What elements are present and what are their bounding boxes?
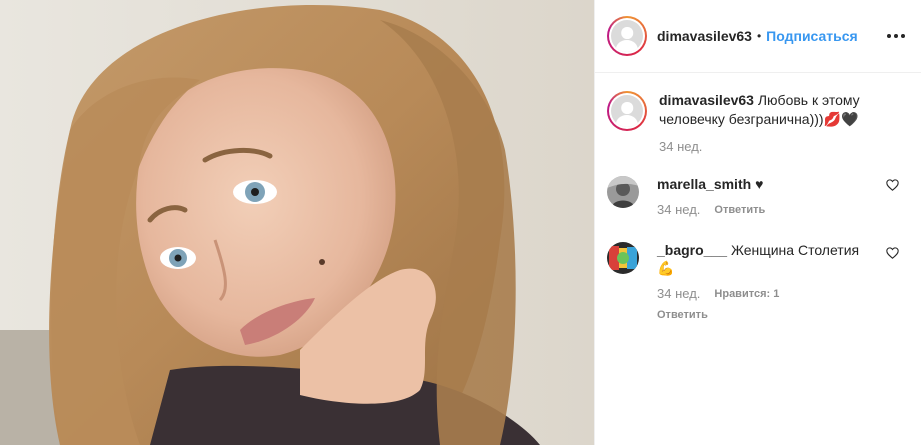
separator-dot: • <box>756 29 762 43</box>
author-username[interactable]: dimavasilev63 <box>657 28 752 44</box>
comment-item: marella_smith ♥ 34 нед. Ответить <box>607 175 907 219</box>
comment-timestamp[interactable]: 34 нед. <box>657 285 700 303</box>
comment-timestamp[interactable]: 34 нед. <box>657 201 700 219</box>
post-photo[interactable] <box>0 0 594 445</box>
default-user-icon <box>611 95 643 127</box>
caption-timestamp[interactable]: 34 нед. <box>659 139 702 154</box>
avatar-inner <box>609 18 645 54</box>
dot-1 <box>887 34 891 38</box>
caption-username[interactable]: dimavasilev63 <box>659 92 754 108</box>
comment-body: marella_smith ♥ 34 нед. Ответить <box>657 175 872 219</box>
reply-row: Ответить <box>657 305 872 324</box>
post-side-panel: dimavasilev63 • Подписаться dimavasilev6… <box>594 0 921 445</box>
instagram-post: dimavasilev63 • Подписаться dimavasilev6… <box>0 0 921 445</box>
comments-section: dimavasilev63 Любовь к этому человечку б… <box>595 73 921 324</box>
commenter-photo <box>607 176 639 208</box>
avatar-inner <box>609 93 645 129</box>
reply-button[interactable]: Ответить <box>657 309 708 321</box>
caption-author-avatar[interactable] <box>607 91 647 131</box>
comment-username[interactable]: _bagro___ <box>657 242 727 258</box>
comment-item: _bagro___ Женщина Столетия💪 34 нед. Нрав… <box>607 241 907 324</box>
dot-3 <box>901 34 905 38</box>
caption-text-block: dimavasilev63 Любовь к этому человечку б… <box>659 91 879 157</box>
caption-meta: 34 нед. <box>659 137 879 157</box>
default-user-icon <box>611 20 643 52</box>
portrait-image <box>0 0 594 445</box>
dot-2 <box>894 34 898 38</box>
comment-meta: 34 нед. Ответить <box>657 201 872 219</box>
comment-body: _bagro___ Женщина Столетия💪 34 нед. Нрав… <box>657 241 872 324</box>
likes-count[interactable]: Нравится: 1 <box>714 285 779 303</box>
comment-text: ♥ <box>755 176 764 192</box>
heart-outline-icon[interactable] <box>886 247 899 259</box>
reply-button[interactable]: Ответить <box>714 201 765 219</box>
author-avatar[interactable] <box>607 16 647 56</box>
comment-meta: 34 нед. Нравится: 1 Ответить <box>657 285 872 324</box>
commenter-photo <box>607 242 639 274</box>
heart-outline-icon[interactable] <box>886 179 899 191</box>
comment-username[interactable]: marella_smith <box>657 176 751 192</box>
follow-button[interactable]: Подписаться <box>766 28 858 44</box>
more-options-icon[interactable] <box>885 28 907 44</box>
post-header: dimavasilev63 • Подписаться <box>595 0 921 73</box>
post-caption: dimavasilev63 Любовь к этому человечку б… <box>607 91 907 157</box>
commenter-avatar[interactable] <box>607 242 639 274</box>
commenter-avatar[interactable] <box>607 176 639 208</box>
